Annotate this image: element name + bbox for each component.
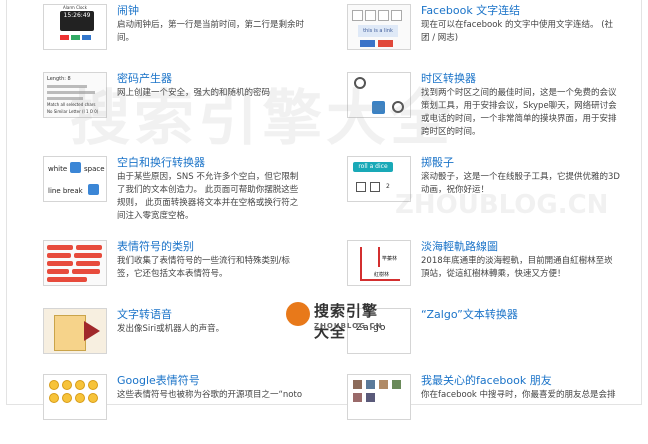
- card-fb-friends[interactable]: 我最关心的facebook 朋友 你在facebook 中搜寻时，你最喜爱的朋友…: [317, 370, 617, 444]
- fb-text-thumbnail[interactable]: this is a link: [347, 4, 411, 50]
- dice-icon: [370, 182, 380, 192]
- card-desc: 找到两个时区之间的最佳时间，这是一个免费的会议策划工具，用于安排会议，Skype…: [421, 88, 617, 137]
- smiley-icon: [49, 393, 59, 403]
- dice-thumbnail[interactable]: roll a dice 2: [347, 156, 411, 202]
- tools-grid: Alarm Clock 15:26:49 闹钟 启动闹钟后，第一行是当前时间，第…: [6, 0, 642, 420]
- card-desc: 你在facebook 中搜寻时，你最喜爱的朋友总是会排: [421, 390, 616, 400]
- alarm-thumbnail[interactable]: Alarm Clock 15:26:49: [43, 4, 107, 50]
- avatar: [353, 380, 362, 389]
- fb-friends-thumbnail[interactable]: [347, 374, 411, 420]
- card-desc: 网上创建一个安全，强大的和随机的密码: [117, 88, 271, 98]
- smiley-icon: [62, 380, 72, 390]
- pw-thumb-opt1: Match all selected chars: [47, 102, 96, 107]
- smiley-icon: [88, 380, 98, 390]
- ws-thumb-space: space: [84, 165, 105, 173]
- card-desc: 由于某些原因，SNS 不允许多个空白，但它限制了我们的文本创造力。 此页面可帮助…: [117, 172, 299, 221]
- card-desc: 现在可以在facebook 的文字中使用文字连结。 (社团 / 网志): [421, 20, 614, 43]
- alarm-thumb-title: Alarm Clock: [63, 5, 87, 10]
- avatar: [379, 380, 388, 389]
- pw-thumb-opt2: No Similar Letter (I 1 O 0): [47, 109, 99, 114]
- alarm-thumb-clock: 15:26:49: [60, 11, 94, 31]
- map-station-label: 紅樹林: [374, 272, 390, 278]
- card-desc: 发出像Siri或机器人的声音。: [117, 324, 225, 334]
- fb-thumb-reset: [378, 40, 393, 47]
- megaphone-icon: [84, 321, 100, 341]
- card-title[interactable]: 表情符号的类别: [117, 238, 194, 254]
- zalgo-thumbnail[interactable]: Zalgo: [347, 308, 411, 354]
- ws-thumb-white: white: [48, 165, 68, 173]
- dice-thumb-button: roll a dice: [353, 162, 393, 172]
- dice-icon: [356, 182, 366, 192]
- timezone-thumbnail[interactable]: [347, 72, 411, 118]
- avatar: [366, 380, 375, 389]
- arrow-right-icon: [70, 162, 81, 173]
- clock-icon: [392, 101, 404, 113]
- smiley-icon: [88, 393, 98, 403]
- card-password[interactable]: Length: 8 Match all selected chars No Si…: [7, 68, 307, 142]
- alarm-thumb-buttons: [60, 35, 93, 40]
- card-title[interactable]: 密码产生器: [117, 70, 172, 86]
- smiley-icon: [49, 380, 59, 390]
- avatar: [392, 380, 401, 389]
- card-title[interactable]: “Zalgo”文本转换器: [421, 306, 518, 322]
- zalgo-thumb-text: Zalgo: [356, 323, 387, 333]
- card-fb-text[interactable]: this is a link Facebook 文字连结 现在可以在facebo…: [317, 0, 617, 74]
- google-emoji-thumbnail[interactable]: [43, 374, 107, 420]
- card-text-to-speech[interactable]: 文字转语音 发出像Siri或机器人的声音。: [7, 304, 307, 378]
- card-title[interactable]: 掷骰子: [421, 154, 454, 170]
- card-title[interactable]: 空白和换行转换器: [117, 154, 205, 170]
- card-alarm[interactable]: Alarm Clock 15:26:49 闹钟 启动闹钟后，第一行是当前时间，第…: [7, 0, 307, 74]
- card-timezone[interactable]: 时区转换器 找到两个时区之间的最佳时间，这是一个免费的会议策划工具，用于安排会议…: [317, 68, 617, 142]
- card-tamsui-map[interactable]: 竿蓁林 紅樹林 淡海輕軌路線圖 2018年底通車的淡海輕軌，目前開通自紅樹林至崁…: [317, 236, 617, 310]
- card-title[interactable]: 时区转换器: [421, 70, 476, 86]
- sync-icon: [372, 101, 385, 114]
- smiley-icon: [75, 380, 85, 390]
- clock-icon: [354, 77, 366, 89]
- card-desc: 我们收集了表情符号的一些流行和特殊类别/标签，它还包括文本表情符号。: [117, 256, 290, 279]
- fb-thumb-link: this is a link: [358, 25, 398, 37]
- card-desc: 2018年底通車的淡海輕軌，目前開通自紅樹林至崁頂站，從這紅樹林轉乘，快速又方便…: [421, 256, 613, 279]
- card-desc: 滚动骰子，这是一个在线骰子工具，它提供优雅的3D动画，祝你好运！: [421, 172, 620, 195]
- card-google-emoji[interactable]: Google表情符号 这些表情符号也被称为谷歌的开源项目之一“noto: [7, 370, 307, 444]
- card-emoji-categories[interactable]: 表情符号的类别 我们收集了表情符号的一些流行和特殊类别/标签，它还包括文本表情符…: [7, 236, 307, 310]
- fb-thumb-copy: [360, 40, 375, 47]
- card-desc: 这些表情符号也被称为谷歌的开源项目之一“noto: [117, 390, 303, 400]
- card-title[interactable]: Facebook 文字连结: [421, 2, 520, 18]
- card-desc: 启动闹钟后，第一行是当前时间，第二行是剩余时间。: [117, 20, 305, 43]
- map-station-label: 竿蓁林: [382, 256, 398, 262]
- pw-thumb-length-value: 8: [67, 76, 71, 82]
- card-title[interactable]: Google表情符号: [117, 372, 200, 388]
- card-dice[interactable]: roll a dice 2 掷骰子 滚动骰子，这是一个在线骰子工具，它提供优雅的…: [317, 152, 620, 226]
- card-whitespace[interactable]: white space line break 空白和换行转换器 由于某些原因，S…: [7, 152, 307, 226]
- dice-thumb-count: 2: [386, 183, 390, 190]
- avatar: [366, 393, 375, 402]
- password-thumbnail[interactable]: Length: 8 Match all selected chars No Si…: [43, 72, 107, 118]
- ws-thumb-line: line break: [48, 187, 83, 195]
- card-title[interactable]: 文字转语音: [117, 306, 172, 322]
- avatar: [353, 393, 362, 402]
- card-title[interactable]: 淡海輕軌路線圖: [421, 238, 498, 254]
- tamsui-map-thumbnail[interactable]: 竿蓁林 紅樹林: [347, 240, 411, 286]
- smiley-icon: [62, 393, 72, 403]
- card-zalgo[interactable]: Zalgo “Zalgo”文本转换器: [317, 304, 617, 378]
- card-title[interactable]: 闹钟: [117, 2, 139, 18]
- card-title[interactable]: 我最关心的facebook 朋友: [421, 372, 552, 388]
- smiley-icon: [75, 393, 85, 403]
- tts-thumbnail[interactable]: [43, 308, 107, 354]
- whitespace-thumbnail[interactable]: white space line break: [43, 156, 107, 202]
- emoji-thumbnail[interactable]: [43, 240, 107, 286]
- scroll-icon: [54, 315, 86, 351]
- pw-thumb-length-label: Length:: [47, 76, 66, 82]
- format-buttons: [352, 10, 404, 21]
- return-arrow-icon: [88, 184, 99, 195]
